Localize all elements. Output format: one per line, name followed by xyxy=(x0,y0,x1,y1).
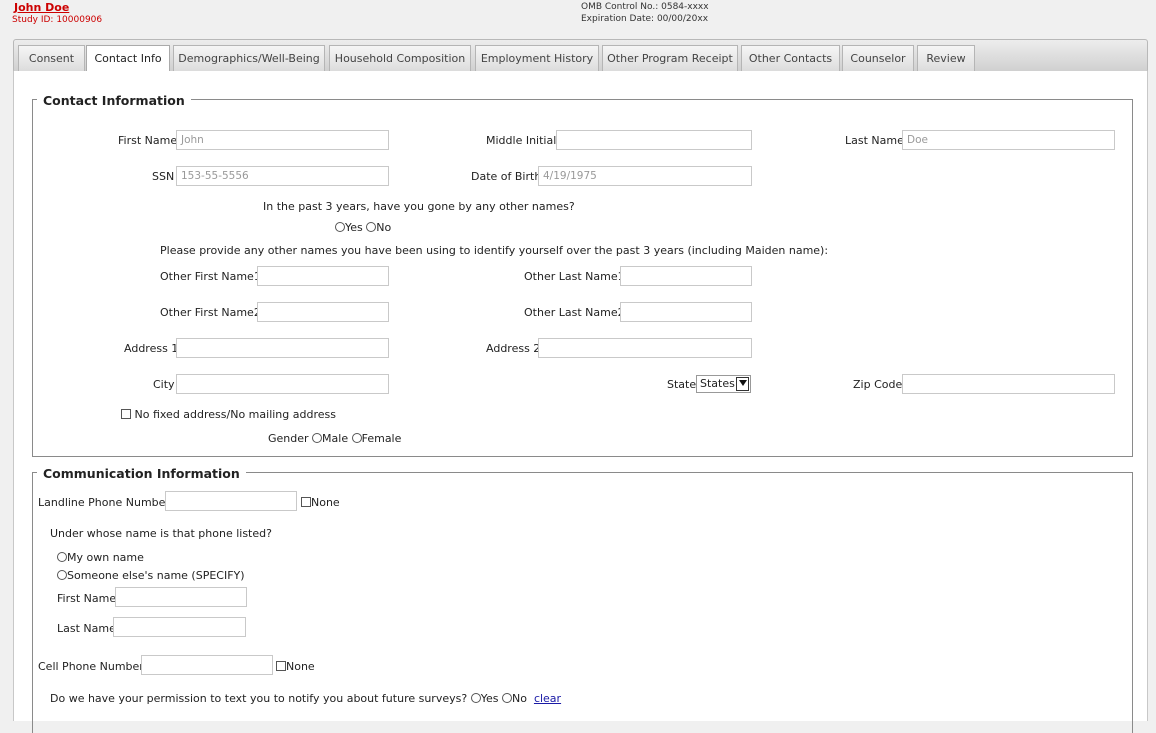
gender-female-radio[interactable] xyxy=(351,433,362,443)
listed-first-name-label: First Name xyxy=(57,592,117,605)
participant-name-link[interactable]: John Doe xyxy=(14,1,69,14)
other-names-question: In the past 3 years, have you gone by an… xyxy=(263,200,575,213)
other-last-name1-label: Other Last Name1 xyxy=(524,270,625,283)
dob-input[interactable]: 4/19/1975 xyxy=(538,166,752,186)
cell-phone-label: Cell Phone Number xyxy=(38,660,144,673)
text-permission-row: Do we have your permission to text you t… xyxy=(50,692,561,705)
cell-none-option: None xyxy=(276,660,315,673)
gender-radio-group: Gender Male Female xyxy=(268,432,401,445)
no-fixed-address-label: No fixed address/No mailing address xyxy=(134,408,336,421)
other-first-name2-label: Other First Name2 xyxy=(160,306,261,319)
state-label: State xyxy=(667,378,697,391)
communication-information-legend: Communication Information xyxy=(37,466,246,481)
tab-consent[interactable]: Consent xyxy=(18,45,85,71)
own-name-option: My own name xyxy=(57,551,144,564)
tab-bar: Consent Contact Info Demographics/Well-B… xyxy=(13,39,1148,73)
landline-none-label: None xyxy=(311,496,340,509)
no-fixed-address-checkbox[interactable] xyxy=(121,409,131,419)
tab-contact-info[interactable]: Contact Info xyxy=(86,45,170,73)
other-first-name1-input[interactable] xyxy=(257,266,389,286)
no-fixed-address-option: No fixed address/No mailing address xyxy=(121,408,336,421)
contact-information-legend: Contact Information xyxy=(37,93,191,108)
other-names-no-radio[interactable] xyxy=(366,222,377,232)
address1-input[interactable] xyxy=(176,338,389,358)
someone-else-radio[interactable] xyxy=(57,570,67,580)
landline-input[interactable] xyxy=(165,491,297,511)
own-name-radio[interactable] xyxy=(57,552,67,562)
text-permission-yes-label: Yes xyxy=(480,692,499,705)
zip-code-label: Zip Code xyxy=(853,378,903,391)
state-select-value: States xyxy=(700,377,735,390)
landline-none-option: None xyxy=(301,496,340,509)
main-content: Contact Information First Name John Midd… xyxy=(13,71,1148,733)
gender-male-label: Male xyxy=(322,432,349,445)
gender-male-radio[interactable] xyxy=(312,433,323,443)
other-first-name2-input[interactable] xyxy=(257,302,389,322)
text-permission-question: Do we have your permission to text you t… xyxy=(50,692,468,705)
tab-household-composition[interactable]: Household Composition xyxy=(329,45,471,71)
tab-demographics[interactable]: Demographics/Well-Being xyxy=(173,45,325,71)
cell-none-checkbox[interactable] xyxy=(276,661,286,671)
landline-none-checkbox[interactable] xyxy=(301,497,311,507)
last-name-label: Last Name xyxy=(845,134,904,147)
cell-none-label: None xyxy=(286,660,315,673)
listed-last-name-label: Last Name xyxy=(57,622,116,635)
first-name-label: First Name xyxy=(118,134,178,147)
listed-first-name-input[interactable] xyxy=(115,587,247,607)
other-names-prompt: Please provide any other names you have … xyxy=(160,244,829,257)
middle-initial-label: Middle Initial xyxy=(486,134,557,147)
cell-phone-input[interactable] xyxy=(141,655,273,675)
text-permission-clear-link[interactable]: clear xyxy=(534,692,561,705)
someone-else-option: Someone else's name (SPECIFY) xyxy=(57,569,245,582)
chevron-down-icon[interactable] xyxy=(736,377,749,391)
gender-label: Gender xyxy=(268,432,309,445)
zip-code-input[interactable] xyxy=(902,374,1115,394)
someone-else-label: Someone else's name (SPECIFY) xyxy=(67,569,245,582)
other-last-name2-label: Other Last Name2 xyxy=(524,306,625,319)
address2-input[interactable] xyxy=(538,338,752,358)
text-permission-no-label: No xyxy=(511,692,527,705)
ssn-input[interactable]: 153-55-5556 xyxy=(176,166,389,186)
text-permission-yes-radio[interactable] xyxy=(470,693,481,703)
other-names-no-label: No xyxy=(376,221,392,234)
other-last-name1-input[interactable] xyxy=(620,266,752,286)
tab-employment-history[interactable]: Employment History xyxy=(475,45,599,71)
other-names-yes-label: Yes xyxy=(345,221,363,234)
ssn-label: SSN xyxy=(152,170,175,183)
omb-control-number: OMB Control No.: 0584-xxxx xyxy=(581,2,709,12)
tab-review[interactable]: Review xyxy=(917,45,975,71)
gender-female-label: Female xyxy=(361,432,402,445)
other-names-radio-group: Yes No xyxy=(335,221,391,234)
tab-other-contacts[interactable]: Other Contacts xyxy=(741,45,840,71)
address2-label: Address 2 xyxy=(486,342,541,355)
phone-listed-question: Under whose name is that phone listed? xyxy=(50,527,272,540)
tab-counselor[interactable]: Counselor xyxy=(842,45,914,71)
city-input[interactable] xyxy=(176,374,389,394)
study-id: Study ID: 10000906 xyxy=(12,15,103,25)
other-names-yes-radio[interactable] xyxy=(335,222,345,232)
listed-last-name-input[interactable] xyxy=(113,617,246,637)
last-name-input[interactable]: Doe xyxy=(902,130,1115,150)
dob-label: Date of Birth xyxy=(471,170,542,183)
landline-label: Landline Phone Number xyxy=(38,496,170,509)
tab-other-program-receipt[interactable]: Other Program Receipt xyxy=(602,45,738,71)
other-last-name2-input[interactable] xyxy=(620,302,752,322)
first-name-input[interactable]: John xyxy=(176,130,389,150)
state-select[interactable]: States xyxy=(696,375,751,393)
own-name-label: My own name xyxy=(67,551,144,564)
middle-initial-input[interactable] xyxy=(556,130,752,150)
expiration-date: Expiration Date: 00/00/20xx xyxy=(581,14,709,24)
other-first-name1-label: Other First Name1 xyxy=(160,270,261,283)
city-label: City xyxy=(153,378,175,391)
text-permission-no-radio[interactable] xyxy=(501,693,512,703)
address1-label: Address 1 xyxy=(124,342,179,355)
